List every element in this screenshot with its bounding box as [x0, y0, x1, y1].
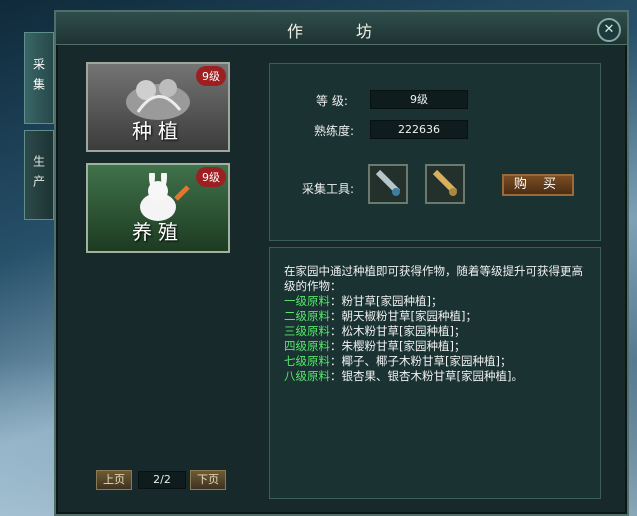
card-level-badge: 9级 — [196, 66, 226, 86]
close-icon: ✕ — [603, 22, 615, 37]
level-value: 9级 — [370, 90, 468, 109]
tab-collect[interactable]: 采集 — [24, 32, 54, 124]
card-planting[interactable]: 9级 种植 — [86, 62, 230, 152]
list-item: 八级原料：银杏果、银杏木粉甘草[家园种植]。 — [284, 369, 523, 383]
tool-slot-1[interactable] — [368, 164, 408, 204]
card-label: 养殖 — [132, 220, 184, 244]
tool-slot-2[interactable] — [425, 164, 465, 204]
list-item: 二级原料：朝天椒粉甘草[家园种植]； — [284, 309, 477, 323]
info-panel: 等 级: 9级 熟练度: 222636 采集工具: 购 买 — [269, 63, 601, 241]
title-bar: 作 坊 ✕ — [56, 12, 627, 45]
shovel-icon — [375, 169, 401, 196]
proficiency-label: 熟练度: — [314, 124, 355, 138]
level-label: 等 级: — [316, 94, 348, 108]
workshop-window: 作 坊 ✕ 9级 种植 9级 养殖 等 级: 9级 熟练度: 222636 采集… — [54, 10, 629, 516]
list-item: 一级原料：粉甘草[家园种植]； — [284, 294, 443, 308]
next-page-button[interactable]: 下页 — [190, 470, 226, 490]
description-intro: 在家园中通过种植即可获得作物，随着等级提升可获得更高级的作物： — [284, 264, 583, 293]
pager: 上页 2/2 下页 — [96, 470, 232, 492]
description-text: 在家园中通过种植即可获得作物，随着等级提升可获得更高级的作物： 一级原料：粉甘草… — [284, 264, 589, 384]
page-indicator: 2/2 — [138, 471, 186, 489]
window-title: 作 坊 — [286, 22, 397, 41]
golden-shovel-icon — [432, 169, 458, 196]
tools-label: 采集工具: — [302, 182, 355, 196]
tab-produce[interactable]: 生产 — [24, 130, 54, 220]
prev-page-button[interactable]: 上页 — [96, 470, 132, 490]
proficiency-value: 222636 — [370, 120, 468, 139]
list-item: 七级原料：椰子、椰子木粉甘草[家园种植]； — [284, 354, 512, 368]
buy-button[interactable]: 购 买 — [502, 174, 574, 196]
list-item: 四级原料：朱樱粉甘草[家园种植]； — [284, 339, 466, 353]
card-breeding[interactable]: 9级 养殖 — [86, 163, 230, 253]
close-button[interactable]: ✕ — [597, 18, 621, 42]
card-label: 种植 — [132, 119, 184, 143]
list-item: 三级原料：松木粉甘草[家园种植]； — [284, 324, 466, 338]
description-panel: 在家园中通过种植即可获得作物，随着等级提升可获得更高级的作物： 一级原料：粉甘草… — [269, 247, 601, 499]
card-level-badge: 9级 — [196, 167, 226, 187]
